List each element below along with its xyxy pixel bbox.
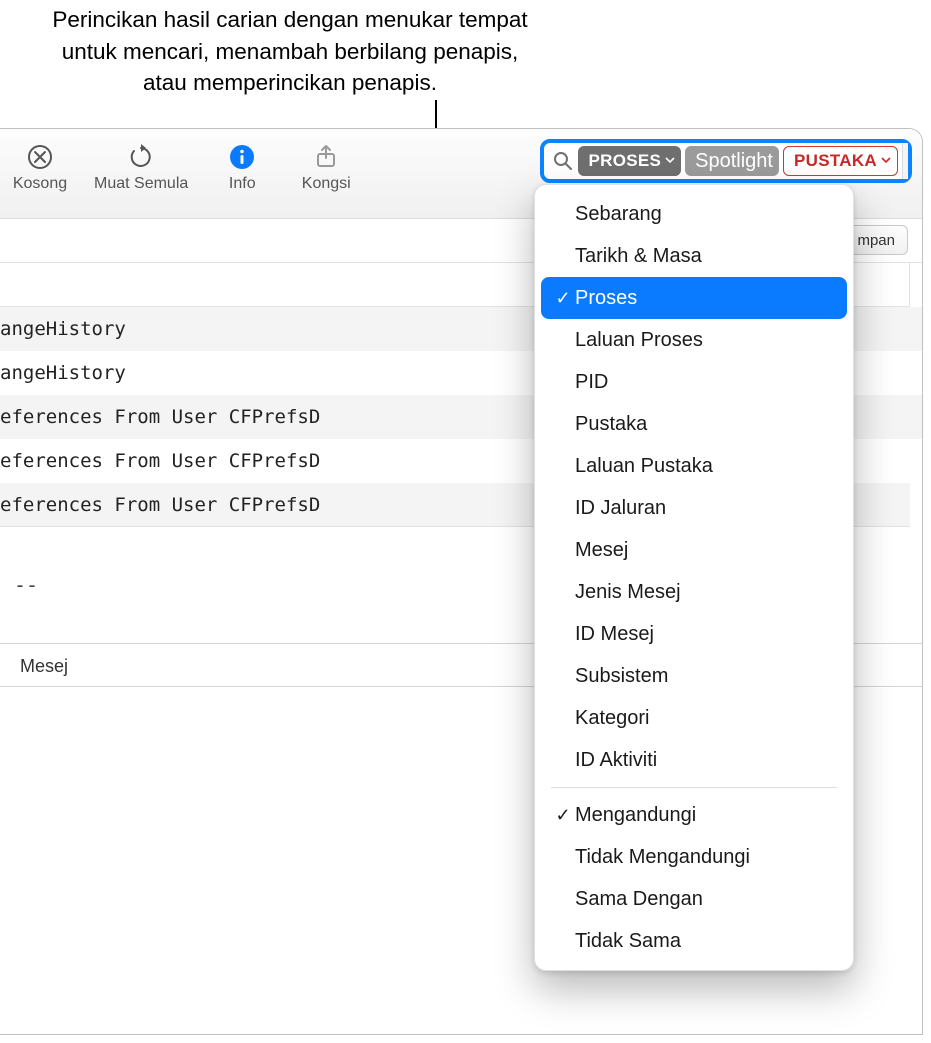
reload-label: Muat Semula bbox=[94, 175, 188, 193]
info-icon bbox=[229, 141, 255, 173]
clear-icon bbox=[27, 141, 53, 173]
dropdown-item-label: Pustaka bbox=[575, 413, 647, 436]
dropdown-item[interactable]: PID bbox=[541, 361, 847, 403]
dropdown-item[interactable]: Sebarang bbox=[541, 193, 847, 235]
dropdown-item-label: Proses bbox=[575, 287, 637, 310]
dropdown-item[interactable]: ✓Mengandungi bbox=[541, 794, 847, 836]
filter-token-value-label: Spotlight bbox=[695, 150, 773, 173]
reload-icon bbox=[128, 141, 154, 173]
dropdown-item-label: PID bbox=[575, 371, 608, 394]
dropdown-separator bbox=[551, 787, 837, 788]
dropdown-item[interactable]: Mesej bbox=[541, 529, 847, 571]
dropdown-item-label: Tidak Sama bbox=[575, 930, 681, 953]
filter-token-value[interactable]: Spotlight bbox=[685, 146, 779, 176]
filter-token-process[interactable]: PROSES bbox=[578, 146, 681, 176]
dropdown-item[interactable]: Tarikh & Masa bbox=[541, 235, 847, 277]
check-icon: ✓ bbox=[551, 805, 575, 826]
dropdown-item[interactable]: Laluan Proses bbox=[541, 319, 847, 361]
filter-token-library-label: PUSTAKA bbox=[794, 151, 877, 171]
dropdown-item-label: Tidak Mengandungi bbox=[575, 846, 750, 869]
dropdown-item[interactable]: Pustaka bbox=[541, 403, 847, 445]
filter-token-library[interactable]: PUSTAKA bbox=[783, 146, 898, 176]
chevron-down-icon bbox=[881, 154, 891, 168]
toolbar-group: Kosong Muat Semula Info Kongsi bbox=[10, 137, 356, 193]
chevron-down-icon bbox=[665, 154, 675, 168]
dropdown-item[interactable]: Subsistem bbox=[541, 655, 847, 697]
filter-token-process-label: PROSES bbox=[588, 151, 661, 171]
share-label: Kongsi bbox=[302, 175, 351, 193]
dropdown-item-label: ID Mesej bbox=[575, 623, 654, 646]
dropdown-item[interactable]: Kategori bbox=[541, 697, 847, 739]
info-label: Info bbox=[229, 175, 256, 193]
dropdown-item-label: ID Aktiviti bbox=[575, 749, 657, 772]
dropdown-item-label: Jenis Mesej bbox=[575, 581, 681, 604]
filter-dropdown: SebarangTarikh & Masa✓ProsesLaluan Prose… bbox=[534, 184, 854, 971]
search-tail bbox=[902, 143, 908, 179]
check-icon: ✓ bbox=[551, 288, 575, 309]
reload-button[interactable]: Muat Semula bbox=[94, 137, 188, 193]
dropdown-item-label: Mengandungi bbox=[575, 804, 696, 827]
dropdown-item-label: Laluan Pustaka bbox=[575, 455, 713, 478]
dropdown-item-label: Sama Dengan bbox=[575, 888, 703, 911]
callout-text: Perincikan hasil carian dengan menukar t… bbox=[40, 4, 540, 99]
dropdown-item[interactable]: ID Mesej bbox=[541, 613, 847, 655]
dropdown-item[interactable]: Sama Dengan bbox=[541, 878, 847, 920]
dropdown-item[interactable]: Tidak Mengandungi bbox=[541, 836, 847, 878]
dropdown-item[interactable]: ID Jaluran bbox=[541, 487, 847, 529]
info-button[interactable]: Info bbox=[212, 137, 272, 193]
dropdown-item-label: Sebarang bbox=[575, 203, 662, 226]
dropdown-item-label: Mesej bbox=[575, 539, 628, 562]
dropdown-item[interactable]: Laluan Pustaka bbox=[541, 445, 847, 487]
dropdown-item[interactable]: ✓Proses bbox=[541, 277, 847, 319]
dropdown-item-label: Laluan Proses bbox=[575, 329, 703, 352]
clear-button[interactable]: Kosong bbox=[10, 137, 70, 193]
share-button[interactable]: Kongsi bbox=[296, 137, 356, 193]
dropdown-item-label: Tarikh & Masa bbox=[575, 245, 702, 268]
dropdown-item-label: Kategori bbox=[575, 707, 650, 730]
share-icon bbox=[313, 141, 339, 173]
clear-label: Kosong bbox=[13, 175, 67, 193]
search-field[interactable]: PROSES Spotlight PUSTAKA bbox=[540, 139, 912, 183]
dropdown-item[interactable]: ID Aktiviti bbox=[541, 739, 847, 781]
dropdown-item-label: Subsistem bbox=[575, 665, 668, 688]
dropdown-item[interactable]: Tidak Sama bbox=[541, 920, 847, 962]
search-icon bbox=[548, 151, 578, 171]
dropdown-item-label: ID Jaluran bbox=[575, 497, 666, 520]
dropdown-item[interactable]: Jenis Mesej bbox=[541, 571, 847, 613]
